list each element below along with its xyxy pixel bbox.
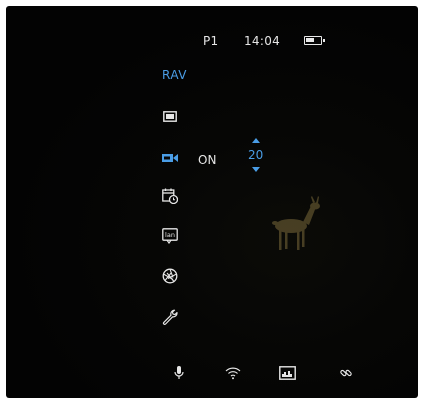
chevron-down-icon[interactable] — [252, 167, 260, 172]
profile-indicator: P1 — [203, 34, 219, 48]
microphone-icon — [174, 366, 184, 379]
image-icon — [278, 366, 296, 380]
image-status — [278, 364, 296, 382]
menu-item-date-time[interactable] — [161, 187, 179, 205]
record-number-stepper[interactable]: 20 — [246, 138, 268, 172]
menu-item-settings[interactable] — [161, 308, 179, 326]
svg-text:lan: lan — [165, 231, 175, 239]
battery-icon — [304, 36, 325, 45]
calendar-clock-icon — [162, 188, 178, 204]
wifi-icon — [225, 367, 241, 380]
link-icon — [340, 369, 352, 377]
menu-title: RAV — [162, 68, 188, 82]
menu-item-language[interactable]: lan — [161, 227, 179, 245]
record-number-value: 20 — [248, 148, 264, 162]
link-status — [337, 364, 355, 382]
chevron-up-icon[interactable] — [252, 138, 260, 143]
shutter-icon — [162, 268, 178, 284]
menu-item-video-record[interactable] — [161, 149, 179, 167]
display-mode-icon — [163, 110, 177, 122]
wifi-status — [224, 364, 242, 382]
record-state-value: ON — [198, 153, 217, 167]
language-icon: lan — [162, 228, 178, 244]
wrench-icon — [162, 309, 178, 325]
clock: 14:04 — [244, 34, 281, 48]
deer-image — [272, 196, 320, 250]
microphone-status — [170, 364, 188, 382]
menu-item-display-mode[interactable] — [161, 107, 179, 125]
battery-fill — [306, 38, 314, 42]
device-screen: P1 14:04 RAV ON 20 lan — [6, 6, 418, 398]
camera-record-icon — [162, 154, 178, 162]
menu-item-shutter[interactable] — [161, 267, 179, 285]
